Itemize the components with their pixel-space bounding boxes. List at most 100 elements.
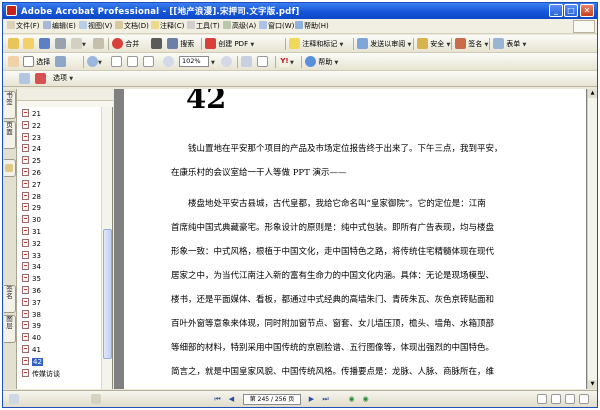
bookmark-item[interactable]: 41 bbox=[22, 345, 41, 355]
bookmark-item[interactable]: 40 bbox=[22, 333, 41, 343]
create-pdf-button[interactable]: 创建 PDF ▼ bbox=[205, 38, 254, 50]
previous-page-button[interactable]: ◀ bbox=[227, 395, 236, 404]
menu-tools[interactable]: 工具(T) bbox=[187, 21, 220, 32]
zoom-level-field[interactable]: 102% bbox=[179, 56, 209, 67]
maximize-button[interactable]: □ bbox=[564, 4, 578, 17]
bookmark-item[interactable]: 25 bbox=[22, 156, 41, 166]
bookmark-item[interactable]: 31 bbox=[22, 227, 41, 237]
bookmark-item[interactable]: 29 bbox=[22, 203, 41, 213]
menu-view[interactable]: 视图(V) bbox=[79, 21, 112, 32]
open-button[interactable] bbox=[8, 38, 19, 50]
search-button[interactable]: 搜索 bbox=[167, 38, 194, 50]
tab-pages[interactable]: 页面 bbox=[4, 121, 16, 149]
minimize-button[interactable]: _ bbox=[549, 4, 563, 17]
bookmark-item[interactable]: 37 bbox=[22, 297, 41, 308]
menu-comments[interactable]: 注释(C) bbox=[151, 21, 184, 32]
bookmark-item[interactable]: 36 bbox=[22, 286, 41, 296]
bookmark-item[interactable]: 24 bbox=[22, 144, 41, 154]
page-number-field[interactable]: 第 245 / 256 页 bbox=[243, 394, 301, 405]
bookmark-item[interactable]: 30 bbox=[22, 215, 41, 225]
bookmark-options-button[interactable]: 选项 ▼ bbox=[53, 72, 73, 84]
pane-toggle-icon[interactable] bbox=[91, 394, 101, 404]
select-tool-button[interactable]: 选择 bbox=[23, 56, 50, 68]
bookmark-item[interactable]: 32 bbox=[22, 238, 41, 249]
security-button[interactable]: 安全 ▼ bbox=[417, 38, 450, 50]
scroll-down-icon[interactable]: ▼ bbox=[588, 380, 597, 389]
tab-layers[interactable]: 图层 bbox=[4, 315, 16, 343]
acrobat-app-icon[interactable] bbox=[6, 5, 17, 16]
bookmark-item[interactable]: 42 bbox=[22, 356, 43, 367]
document-page[interactable]: 42 钱山置地在平安那个项目的产品及市场定位报告终于出来了。下午三点，我到平安，… bbox=[124, 89, 586, 389]
continuous-facing-icon[interactable] bbox=[579, 394, 589, 404]
first-page-button[interactable]: ⏮ bbox=[213, 395, 222, 404]
create-button[interactable] bbox=[23, 38, 34, 50]
bookmark-icon bbox=[19, 73, 30, 84]
fit-width-button[interactable] bbox=[143, 56, 154, 68]
menu-help[interactable]: 帮助(H) bbox=[295, 21, 329, 32]
document-menu-icon bbox=[115, 21, 123, 29]
zoom-out-button[interactable] bbox=[163, 56, 174, 68]
zoom-dropdown[interactable]: ▼ bbox=[211, 56, 215, 68]
bookmark-item[interactable]: 34 bbox=[22, 262, 41, 272]
comment-markup-button[interactable]: 注释和标记 ▼ bbox=[289, 38, 343, 50]
bookmark-item[interactable]: 22 bbox=[22, 120, 41, 131]
tab-attachments[interactable] bbox=[4, 159, 16, 177]
bookmark-item[interactable]: 35 bbox=[22, 274, 41, 284]
bookmark-item[interactable]: 38 bbox=[22, 309, 41, 320]
yahoo-button[interactable]: Y!▼ bbox=[279, 56, 294, 68]
previous-view-icon[interactable]: ◉ bbox=[347, 395, 356, 404]
attach-button[interactable] bbox=[93, 38, 104, 50]
binoculars-button[interactable] bbox=[151, 38, 162, 50]
fit-page-button[interactable] bbox=[127, 56, 138, 68]
bookmark-item[interactable]: 21 bbox=[22, 109, 41, 119]
actual-size-button[interactable] bbox=[111, 56, 122, 68]
navigation-tabs: 书签 页面 签名 图层 bbox=[3, 89, 17, 389]
tab-bookmarks[interactable]: 书签 bbox=[4, 91, 16, 119]
email-button[interactable]: ▼ bbox=[71, 38, 86, 50]
page-thumbnail-icon[interactable] bbox=[9, 394, 19, 404]
next-view-icon[interactable]: ◉ bbox=[361, 395, 370, 404]
single-page-button[interactable] bbox=[257, 56, 268, 68]
bookmarks-scrollbar[interactable] bbox=[101, 107, 112, 389]
zoom-in-icon bbox=[221, 56, 232, 67]
bookmark-item[interactable]: 28 bbox=[22, 191, 41, 202]
save-button[interactable] bbox=[39, 38, 50, 50]
menu-advanced[interactable]: 高级(A) bbox=[223, 21, 256, 32]
help-button[interactable]: 帮助 ▼ bbox=[305, 56, 338, 68]
facing-view-icon[interactable] bbox=[565, 394, 575, 404]
send-review-button[interactable]: 发送以审阅 ▼ bbox=[357, 38, 411, 50]
title-bar[interactable]: Adobe Acrobat Professional - [[地产浪漫].宋押司… bbox=[3, 3, 597, 19]
menu-edit[interactable]: 编辑(E) bbox=[43, 21, 76, 32]
bookmark-item[interactable]: 传媒访谈 bbox=[22, 368, 60, 379]
snapshot-button[interactable] bbox=[55, 56, 66, 68]
paragraph-1: 钱山置地在平安那个项目的产品及市场定位报告终于出来了。下午三点，我到平安， 在康… bbox=[171, 137, 585, 185]
bookmarks-scroll-thumb[interactable] bbox=[103, 229, 112, 359]
menu-file[interactable]: 文件(F) bbox=[7, 21, 40, 32]
menu-document[interactable]: 文档(D) bbox=[115, 21, 149, 32]
bookmark-item[interactable]: 26 bbox=[22, 168, 41, 178]
document-pane[interactable]: 42 钱山置地在平安那个项目的产品及市场定位报告终于出来了。下午三点，我到平安，… bbox=[114, 89, 587, 389]
tab-signatures[interactable]: 签名 bbox=[4, 285, 16, 313]
zoom-tool-button[interactable]: ▼ bbox=[87, 56, 102, 68]
next-page-button[interactable]: ▶ bbox=[307, 395, 316, 404]
bookmark-panel-icon[interactable] bbox=[19, 73, 30, 85]
bookmark-item[interactable]: 23 bbox=[22, 132, 41, 143]
forms-button[interactable]: 表单 ▼ bbox=[493, 38, 526, 50]
single-page-view-icon[interactable] bbox=[537, 394, 547, 404]
bookmark-item[interactable]: 33 bbox=[22, 250, 41, 261]
rotate-button[interactable] bbox=[241, 56, 252, 68]
sign-button[interactable]: 签名 ▼ bbox=[455, 38, 488, 50]
bookmark-item[interactable]: 39 bbox=[22, 321, 41, 331]
scroll-up-icon[interactable]: ▲ bbox=[588, 89, 597, 98]
delete-bookmark-button[interactable] bbox=[35, 73, 46, 85]
document-scrollbar[interactable]: ▲ ▼ bbox=[587, 89, 597, 389]
print-button[interactable] bbox=[55, 38, 66, 50]
close-button[interactable]: ✕ bbox=[580, 4, 594, 17]
bookmark-item[interactable]: 27 bbox=[22, 179, 41, 190]
combine-button[interactable]: 合并 bbox=[112, 38, 139, 50]
menu-window[interactable]: 窗口(W) bbox=[259, 21, 294, 32]
zoom-in-button[interactable] bbox=[221, 56, 232, 68]
continuous-view-icon[interactable] bbox=[551, 394, 561, 404]
hand-tool-button[interactable] bbox=[8, 56, 19, 68]
last-page-button[interactable]: ⏭ bbox=[321, 395, 330, 404]
